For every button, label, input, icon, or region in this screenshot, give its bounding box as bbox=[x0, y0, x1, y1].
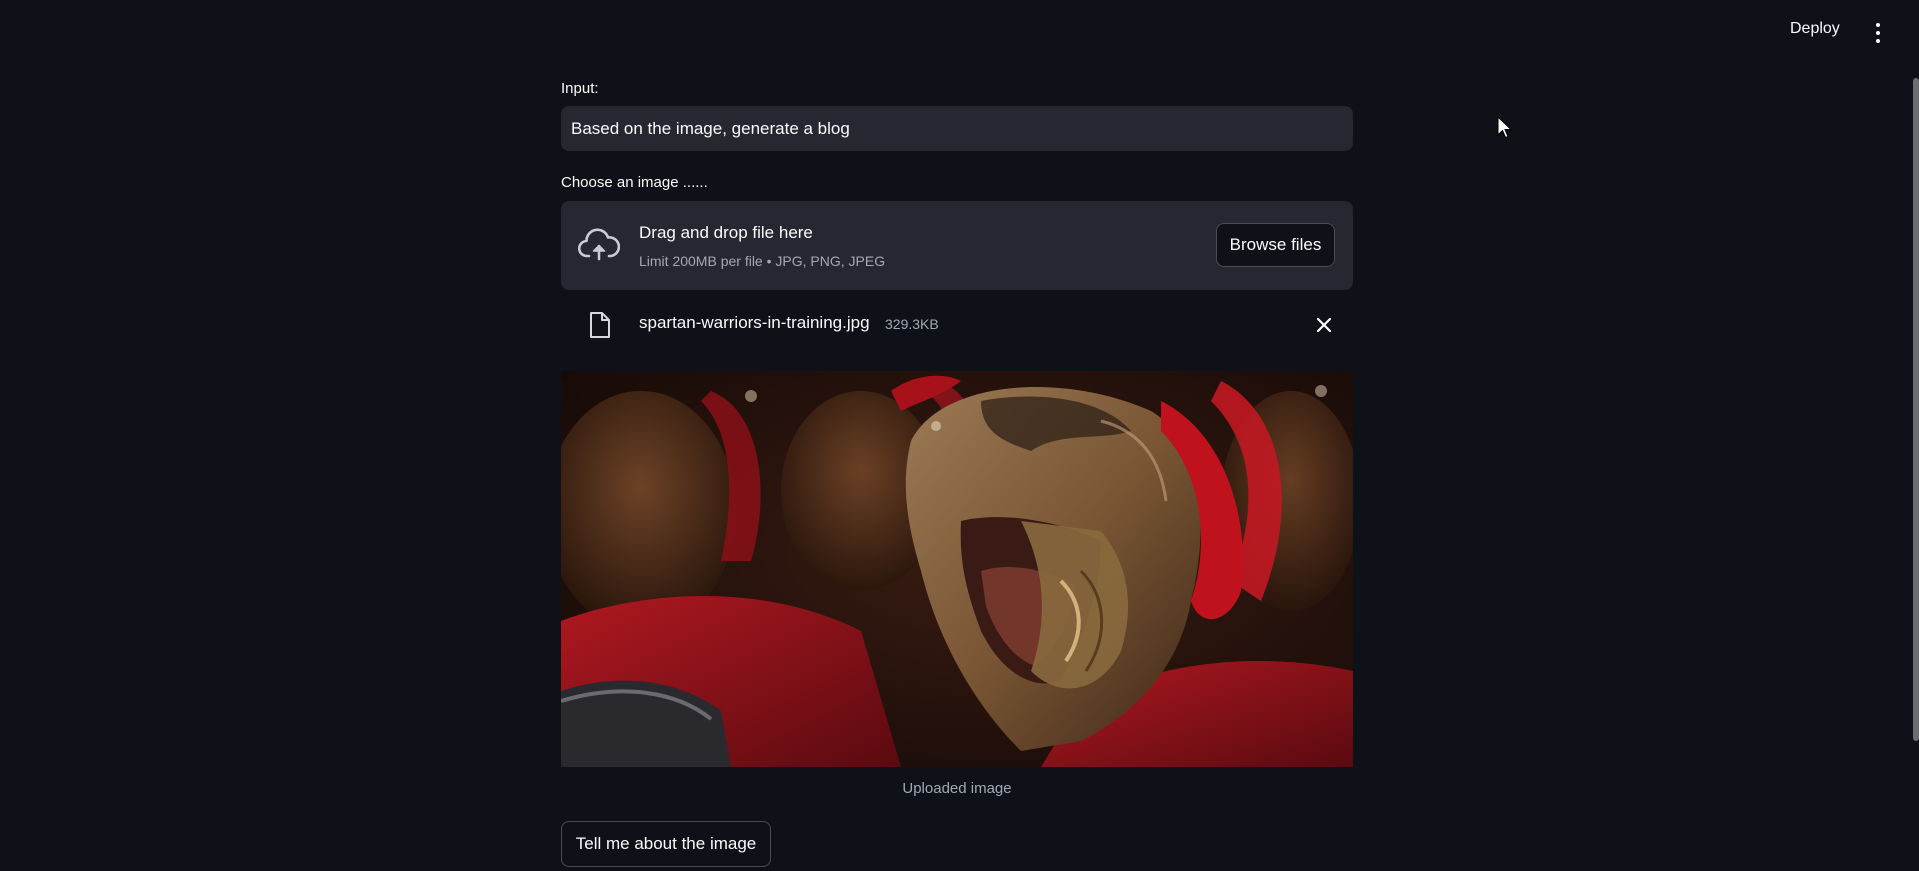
page-scrollbar[interactable] bbox=[1913, 78, 1919, 741]
menu-dot bbox=[1876, 31, 1880, 35]
uploader-label: Choose an image ...... bbox=[561, 174, 708, 191]
prompt-input[interactable]: Based on the image, generate a blog bbox=[561, 106, 1353, 151]
prompt-input-value: Based on the image, generate a blog bbox=[571, 118, 850, 138]
tell-me-about-image-button[interactable]: Tell me about the image bbox=[561, 821, 771, 867]
deploy-button[interactable]: Deploy bbox=[1790, 20, 1840, 38]
file-icon bbox=[588, 311, 612, 344]
browse-files-button[interactable]: Browse files bbox=[1216, 223, 1335, 267]
image-caption: Uploaded image bbox=[902, 780, 1012, 797]
close-icon[interactable] bbox=[1315, 316, 1333, 339]
kebab-menu-icon[interactable] bbox=[1866, 23, 1890, 43]
uploaded-file-row: spartan-warriors-in-training.jpg 329.3KB bbox=[561, 300, 1353, 350]
dropzone-limit: Limit 200MB per file • JPG, PNG, JPEG bbox=[639, 253, 886, 269]
app-toolbar: Deploy bbox=[0, 0, 1919, 60]
uploaded-file-size: 329.3KB bbox=[885, 316, 939, 332]
uploaded-image bbox=[561, 371, 1353, 767]
input-label: Input: bbox=[561, 80, 599, 97]
cloud-upload-icon bbox=[577, 226, 621, 271]
dropzone-title: Drag and drop file here bbox=[639, 223, 813, 242]
mouse-cursor-icon bbox=[1497, 115, 1513, 145]
menu-dot bbox=[1876, 39, 1880, 43]
uploaded-file-name: spartan-warriors-in-training.jpg bbox=[639, 313, 870, 332]
menu-dot bbox=[1876, 23, 1880, 27]
file-dropzone[interactable]: Drag and drop file here Limit 200MB per … bbox=[561, 201, 1353, 290]
